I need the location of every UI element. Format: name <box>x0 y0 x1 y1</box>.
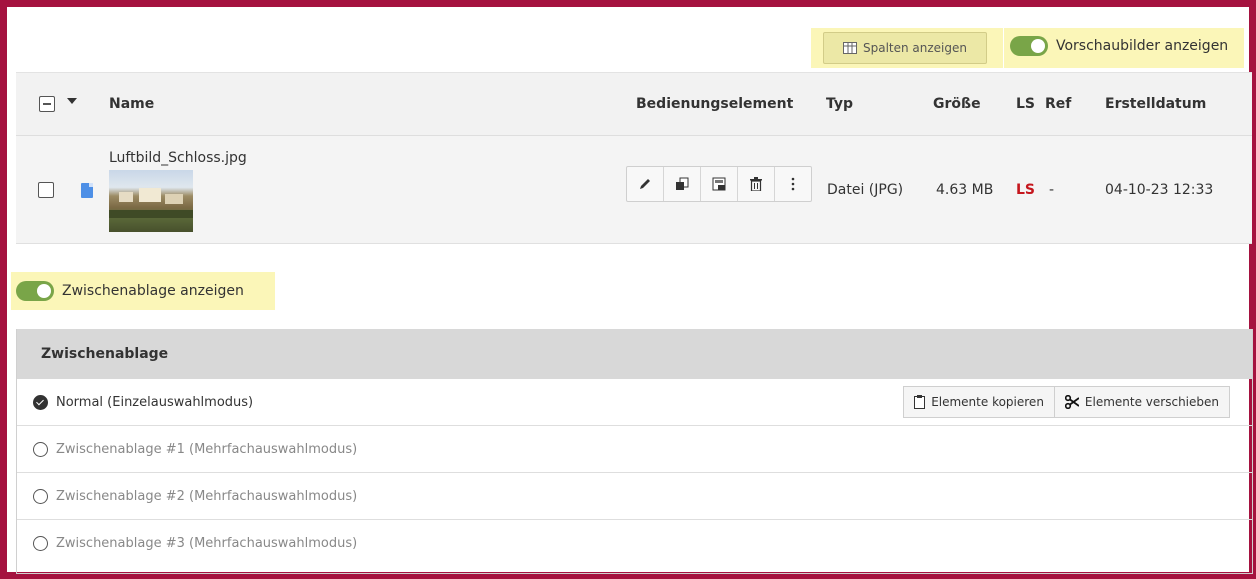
delete-button[interactable] <box>738 167 775 201</box>
clipboard-panel: Zwischenablage Normal (Einzelauswahlmodu… <box>16 329 1253 574</box>
created-date: 04-10-23 12:33 <box>1105 182 1214 198</box>
clipboard-panel-title: Zwischenablage <box>17 329 1252 379</box>
thumbnails-toggle-label: Vorschaubilder anzeigen <box>1056 38 1229 54</box>
move-elements-button[interactable]: Elemente verschieben <box>1054 386 1230 418</box>
file-thumbnail[interactable] <box>109 170 193 232</box>
radio-icon <box>33 488 48 504</box>
copy-elements-button[interactable]: Elemente kopieren <box>903 386 1055 418</box>
clipboard-mode-3[interactable]: Zwischenablage #3 (Mehrfachauswahlmodus) <box>17 520 1252 567</box>
action-button-group <box>626 166 812 202</box>
clipboard-toggle-label: Zwischenablage anzeigen <box>62 283 244 299</box>
col-ref[interactable]: Ref <box>1045 96 1071 112</box>
replace-file-icon <box>676 177 689 190</box>
table-row: Luftbild_Schloss.jpg Datei (JPG) 4.63 MB… <box>16 136 1252 244</box>
lock-status: LS <box>1016 182 1036 198</box>
clipboard-icon <box>914 395 926 409</box>
move-elements-label: Elemente verschieben <box>1084 395 1219 409</box>
clipboard-mode-label: Zwischenablage #1 (Mehrfachauswahlmodus) <box>56 441 358 457</box>
clipboard-mode-normal[interactable]: Normal (Einzelauswahlmodus) Elemente kop… <box>17 379 1252 426</box>
image-file-icon[interactable] <box>81 183 93 198</box>
toggle-switch-icon <box>16 281 54 301</box>
info-document-icon <box>712 177 726 191</box>
col-type[interactable]: Typ <box>826 96 853 112</box>
file-name-link[interactable]: Luftbild_Schloss.jpg <box>109 150 247 166</box>
ellipsis-vertical-icon <box>791 177 795 191</box>
clipboard-toggle[interactable]: Zwischenablage anzeigen <box>16 281 244 301</box>
select-all-checkbox[interactable] <box>39 96 55 112</box>
select-menu-chevron-down-icon[interactable] <box>67 98 77 104</box>
row-checkbox[interactable] <box>38 182 54 198</box>
clipboard-mode-2[interactable]: Zwischenablage #2 (Mehrfachauswahlmodus) <box>17 473 1252 520</box>
show-columns-label: Spalten anzeigen <box>862 41 967 55</box>
col-name[interactable]: Name <box>109 96 154 112</box>
show-columns-button[interactable]: Spalten anzeigen <box>823 32 987 64</box>
copy-elements-label: Elemente kopieren <box>931 395 1044 409</box>
checked-radio-icon <box>33 394 48 410</box>
show-info-button[interactable] <box>701 167 738 201</box>
toggle-switch-icon <box>1010 36 1048 56</box>
replace-button[interactable] <box>664 167 701 201</box>
clipboard-mode-1[interactable]: Zwischenablage #1 (Mehrfachauswahlmodus) <box>17 426 1252 473</box>
clipboard-mode-label: Normal (Einzelauswahlmodus) <box>56 394 254 410</box>
file-table: Name Bedienungselement Typ Größe LS Ref … <box>16 72 1252 244</box>
clipboard-mode-label: Zwischenablage #2 (Mehrfachauswahlmodus) <box>56 488 358 504</box>
radio-icon <box>33 441 48 457</box>
clipboard-action-buttons: Elemente kopieren Elemente verschieben <box>903 386 1230 418</box>
edit-button[interactable] <box>627 167 664 201</box>
col-controls: Bedienungselement <box>636 96 794 112</box>
trash-icon <box>750 177 762 191</box>
ref-count[interactable]: - <box>1049 182 1054 198</box>
col-ls[interactable]: LS <box>1016 96 1035 112</box>
file-type: Datei (JPG) <box>827 182 904 198</box>
clipboard-mode-label: Zwischenablage #3 (Mehrfachauswahlmodus) <box>56 536 358 551</box>
radio-icon <box>33 536 48 551</box>
more-options-button[interactable] <box>775 167 811 201</box>
thumbnails-toggle[interactable]: Vorschaubilder anzeigen <box>1010 36 1228 56</box>
table-header: Name Bedienungselement Typ Größe LS Ref … <box>16 72 1252 136</box>
scissors-icon <box>1064 395 1079 409</box>
pencil-icon <box>640 179 650 189</box>
columns-icon <box>842 42 857 54</box>
col-created[interactable]: Erstelldatum <box>1105 96 1206 112</box>
file-size: 4.63 MB <box>936 182 994 198</box>
col-size[interactable]: Größe <box>933 96 981 112</box>
top-toolbar: Spalten anzeigen Vorschaubilder anzeigen <box>10 22 1246 70</box>
